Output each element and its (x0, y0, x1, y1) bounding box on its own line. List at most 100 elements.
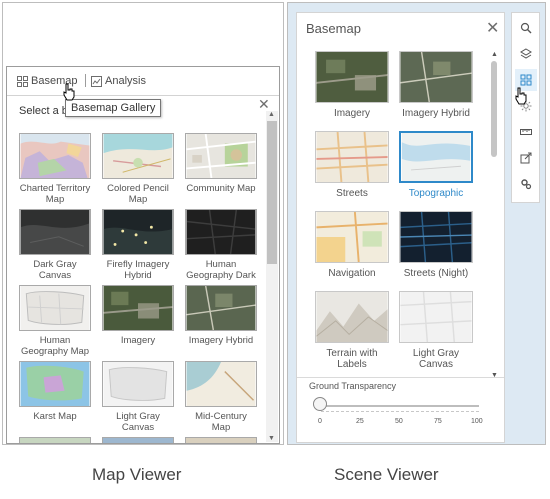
tab-analysis-label: Analysis (105, 75, 146, 87)
scene-tile-streets-night[interactable]: Streets (Night) (399, 211, 473, 279)
basemap-thumbnail (315, 51, 389, 103)
scrollbar-thumb[interactable] (267, 121, 277, 264)
close-icon[interactable]: ✕ (486, 21, 499, 37)
basemap-thumbnail (185, 209, 257, 255)
share-button[interactable] (515, 147, 537, 169)
basemap-tile-human-geo-dark[interactable]: Human Geography Dark (185, 209, 257, 281)
scene-viewer-toolbar (511, 12, 540, 203)
tile-label: Imagery Hybrid (188, 335, 254, 346)
map-viewer-toolbar: Basemap Analysis (7, 67, 279, 96)
ground-transparency-slider[interactable] (321, 405, 479, 407)
basemap-thumbnail (399, 291, 473, 343)
tab-analysis[interactable]: Analysis (91, 73, 146, 89)
slider-tick-label: 50 (395, 418, 403, 425)
scene-tile-topographic[interactable]: Topographic (399, 131, 473, 199)
tile-label: Terrain with Labels (326, 348, 378, 370)
scene-tile-streets[interactable]: Streets (315, 131, 389, 199)
basemap-tile-human-geo-map[interactable]: Human Geography Map (19, 285, 91, 357)
scene-tile-imagery[interactable]: Imagery (315, 51, 389, 119)
measure-button[interactable] (515, 121, 537, 143)
basemap-tile-community[interactable]: Community Map (185, 133, 257, 194)
caption-map-viewer: Map Viewer (92, 465, 182, 484)
search-icon (520, 22, 532, 34)
basemap-thumbnail (19, 437, 91, 443)
basemap-tile-colored-pencil[interactable]: Colored Pencil Map (102, 133, 174, 205)
scene-tile-terrain-labels[interactable]: Terrain with Labels (315, 291, 389, 370)
scrollbar[interactable]: ▲ ▼ (266, 111, 278, 442)
scrollbar[interactable]: ▲ ▼ (489, 51, 499, 379)
caption-scene-viewer: Scene Viewer (334, 465, 439, 484)
basemap-tile-partial[interactable] (19, 437, 91, 443)
basemap-tile-light-gray[interactable]: Light Gray Canvas (102, 361, 174, 433)
tile-label: Human Geography Dark (186, 259, 256, 281)
scroll-up-arrow-icon[interactable]: ▲ (268, 111, 275, 118)
tile-label: Human Geography Map (20, 335, 90, 357)
basemap-thumbnail (102, 285, 174, 331)
tile-label: Imagery Hybrid (402, 108, 470, 119)
ground-transparency-label: Ground Transparency (309, 381, 397, 391)
tile-label: Streets (336, 188, 368, 199)
slider-tick-label: 0 (318, 418, 322, 425)
basemap-tile-karst[interactable]: Karst Map (19, 361, 91, 422)
basemap-thumbnail (19, 285, 91, 331)
tile-label: Light Gray Canvas (116, 411, 160, 433)
scroll-up-arrow-icon[interactable]: ▲ (491, 51, 498, 58)
basemap-thumbnail (399, 211, 473, 263)
tile-label: Karst Map (33, 411, 77, 422)
tile-label: Colored Pencil Map (107, 183, 169, 205)
hand-cursor-icon (515, 87, 527, 105)
tile-label: Community Map (186, 183, 256, 194)
slider-ticks (321, 411, 479, 413)
basemap-thumbnail (185, 285, 257, 331)
basemap-tile-mid-century[interactable]: Mid-Century Map (185, 361, 257, 433)
basemap-icon (520, 74, 532, 86)
basemap-thumbnail (102, 209, 174, 255)
basemap-tile-imagery[interactable]: Imagery (102, 285, 174, 346)
tile-label: Streets (Night) (403, 268, 469, 279)
scrollbar-thumb[interactable] (491, 61, 497, 157)
tile-label: Topographic (408, 188, 464, 199)
basemap-tile-firefly[interactable]: Firefly Imagery Hybrid (102, 209, 174, 281)
panel-title: Basemap (306, 21, 361, 36)
tile-label: Light Gray Canvas (412, 348, 460, 370)
scene-viewer-basemap-panel: Basemap ✕ Imagery Imagery Hybrid Streets… (296, 12, 505, 443)
settings-button[interactable] (515, 173, 537, 195)
share-icon (520, 152, 532, 164)
slider-handle[interactable] (313, 397, 327, 411)
analysis-icon (91, 75, 102, 87)
basemap-tile-imagery-hybrid[interactable]: Imagery Hybrid (185, 285, 257, 346)
layers-button[interactable] (515, 43, 537, 65)
basemap-tile-charted-territory[interactable]: Charted Territory Map (19, 133, 91, 205)
tile-label: Imagery (120, 335, 156, 346)
close-icon[interactable]: ✕ (258, 97, 270, 111)
scene-tile-imagery-hybrid[interactable]: Imagery Hybrid (399, 51, 473, 119)
map-viewer-basemap-panel: Basemap Analysis Select a b ✕ Charted Te… (6, 66, 280, 444)
select-basemap-text: Select a b (19, 105, 68, 117)
basemap-thumbnail (399, 131, 473, 183)
scene-tile-navigation[interactable]: Navigation (315, 211, 389, 279)
basemap-thumbnail (399, 51, 473, 103)
basemap-thumbnail (102, 437, 174, 443)
basemap-thumbnail (19, 133, 91, 179)
scene-tile-light-gray[interactable]: Light Gray Canvas (399, 291, 473, 370)
basemap-thumbnail (19, 209, 91, 255)
tab-separator (85, 74, 86, 87)
basemap-tile-partial[interactable] (185, 437, 257, 443)
basemap-thumbnail (19, 361, 91, 407)
search-button[interactable] (515, 17, 537, 39)
layers-icon (520, 48, 532, 59)
divider (297, 377, 504, 378)
basemap-thumbnail (315, 291, 389, 343)
tooltip-basemap-gallery: Basemap Gallery (65, 99, 162, 117)
basemap-tile-dark-gray[interactable]: Dark Gray Canvas (19, 209, 91, 281)
tile-label: Navigation (328, 268, 376, 279)
basemap-thumbnail (102, 133, 174, 179)
basemap-thumbnail (185, 133, 257, 179)
scroll-down-arrow-icon[interactable]: ▼ (268, 435, 275, 442)
tile-label: Dark Gray Canvas (33, 259, 77, 281)
basemap-tile-partial[interactable] (102, 437, 174, 443)
basemap-thumbnail (315, 131, 389, 183)
slider-tick-label: 100 (471, 418, 483, 425)
slider-tick-label: 25 (356, 418, 364, 425)
measure-icon (520, 129, 532, 135)
